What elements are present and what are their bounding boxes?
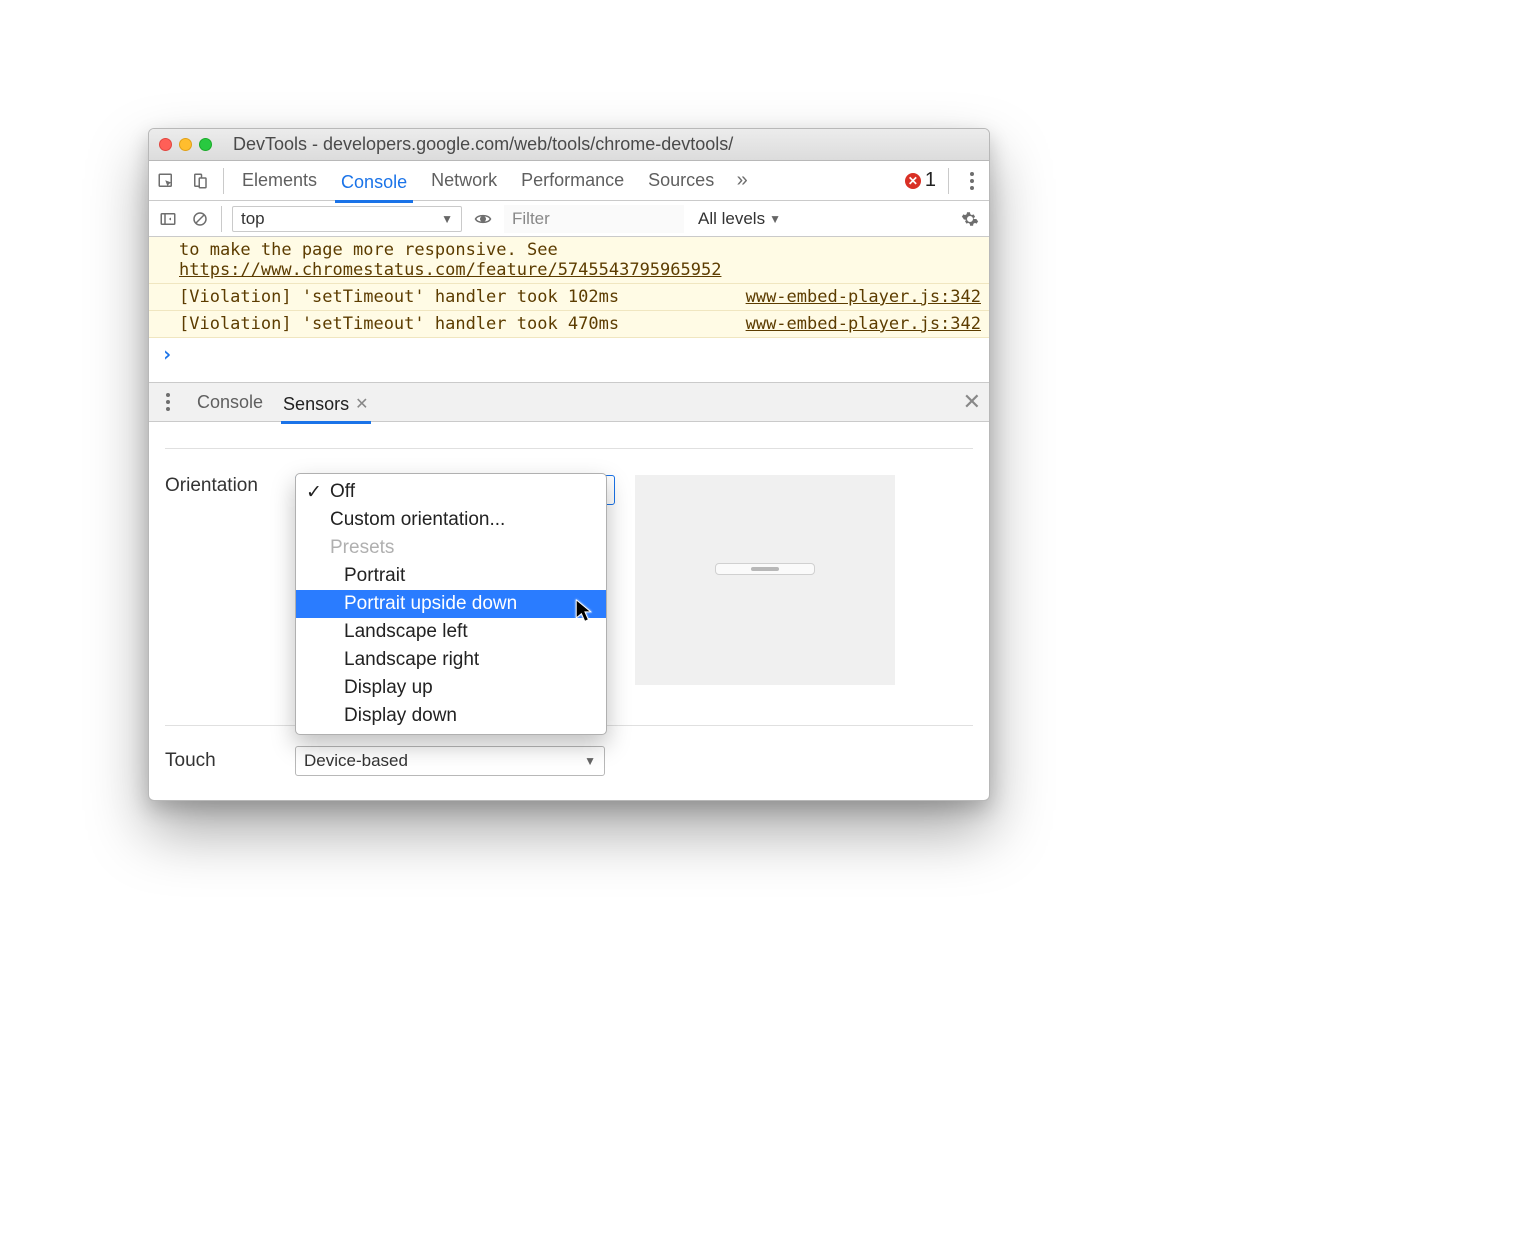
divider — [221, 206, 222, 232]
clear-console-icon[interactable] — [189, 208, 211, 230]
option-portrait-upside-down[interactable]: Portrait upside down — [296, 590, 606, 618]
window-title: DevTools - developers.google.com/web/too… — [233, 134, 979, 155]
orientation-label: Orientation — [165, 475, 275, 497]
chevron-down-icon: ▼ — [584, 754, 596, 768]
log-row: to make the page more responsive. See ht… — [149, 237, 989, 284]
device-toggle-icon[interactable] — [189, 170, 211, 192]
tab-console[interactable]: Console — [335, 168, 413, 203]
option-display-up[interactable]: Display up — [296, 674, 606, 702]
divider — [948, 168, 949, 194]
levels-label: All levels — [698, 209, 765, 229]
log-message: [Violation] 'setTimeout' handler took 10… — [179, 287, 726, 307]
tab-elements[interactable]: Elements — [236, 166, 323, 195]
titlebar: DevTools - developers.google.com/web/too… — [149, 129, 989, 161]
chevron-down-icon: ▼ — [769, 212, 781, 226]
option-portrait[interactable]: Portrait — [296, 562, 606, 590]
touch-label: Touch — [165, 750, 275, 772]
log-message: [Violation] 'setTimeout' handler took 47… — [179, 314, 726, 334]
close-drawer-button[interactable]: ✕ — [963, 389, 981, 415]
chevron-down-icon: ▼ — [441, 212, 453, 226]
inspect-icon[interactable] — [155, 170, 177, 192]
option-custom[interactable]: Custom orientation... — [296, 506, 606, 534]
context-selector[interactable]: top ▼ — [232, 206, 462, 232]
more-tabs-button[interactable]: » — [732, 169, 752, 192]
drawer-tab-console[interactable]: Console — [195, 388, 265, 417]
orientation-dropdown: ✓ Off Custom orientation... Presets Port… — [295, 473, 607, 735]
device-edge — [715, 563, 815, 575]
log-message: to make the page more responsive. See ht… — [179, 240, 981, 280]
tab-network[interactable]: Network — [425, 166, 503, 195]
drawer-tab-sensors[interactable]: Sensors ✕ — [281, 390, 370, 424]
drawer-tabbar: Console Sensors ✕ ✕ — [149, 382, 989, 422]
minimize-window-button[interactable] — [179, 138, 192, 151]
orientation-row: Orientation ✓ Off Custom orientation... … — [165, 475, 973, 685]
tab-sources[interactable]: Sources — [642, 166, 720, 195]
log-source[interactable]: www-embed-player.js:342 — [746, 287, 981, 307]
log-source[interactable]: www-embed-player.js:342 — [746, 314, 981, 334]
drawer-tab-label: Sensors — [283, 394, 349, 415]
error-badge[interactable]: ✕ 1 — [905, 169, 936, 192]
drawer-menu-button[interactable] — [157, 393, 179, 411]
main-tabbar: Elements Console Network Performance Sou… — [149, 161, 989, 201]
filter-input[interactable] — [504, 205, 684, 233]
touch-select[interactable]: Device-based ▼ — [295, 746, 605, 776]
divider — [223, 168, 224, 194]
settings-menu-button[interactable] — [961, 172, 983, 190]
option-landscape-right[interactable]: Landscape right — [296, 646, 606, 674]
tab-performance[interactable]: Performance — [515, 166, 630, 195]
close-window-button[interactable] — [159, 138, 172, 151]
console-prompt[interactable]: › — [149, 338, 989, 370]
log-link[interactable]: https://www.chromestatus.com/feature/574… — [179, 260, 721, 280]
console-messages: to make the page more responsive. See ht… — [149, 237, 989, 370]
option-off[interactable]: ✓ Off — [296, 478, 606, 506]
live-expression-icon[interactable] — [472, 208, 494, 230]
error-icon: ✕ — [905, 173, 921, 189]
close-tab-icon[interactable]: ✕ — [355, 394, 368, 414]
log-row: [Violation] 'setTimeout' handler took 10… — [149, 284, 989, 311]
touch-value: Device-based — [304, 751, 408, 771]
option-display-down[interactable]: Display down — [296, 702, 606, 730]
group-presets: Presets — [296, 534, 606, 562]
console-settings-icon[interactable] — [959, 208, 981, 230]
option-landscape-left[interactable]: Landscape left — [296, 618, 606, 646]
orientation-preview — [635, 475, 895, 685]
checkmark-icon: ✓ — [306, 481, 322, 504]
log-row: [Violation] 'setTimeout' handler took 47… — [149, 311, 989, 338]
devtools-window: DevTools - developers.google.com/web/too… — [148, 128, 990, 801]
device-speaker-slot — [751, 567, 779, 571]
show-console-sidebar-icon[interactable] — [157, 208, 179, 230]
error-count: 1 — [925, 169, 936, 192]
orientation-select-holder: ✓ Off Custom orientation... Presets Port… — [295, 475, 615, 505]
sensors-panel: Orientation ✓ Off Custom orientation... … — [149, 422, 989, 800]
zoom-window-button[interactable] — [199, 138, 212, 151]
log-levels-selector[interactable]: All levels ▼ — [698, 209, 781, 229]
context-value: top — [241, 209, 265, 229]
cursor-icon — [575, 599, 593, 623]
console-toolbar: top ▼ All levels ▼ — [149, 201, 989, 237]
